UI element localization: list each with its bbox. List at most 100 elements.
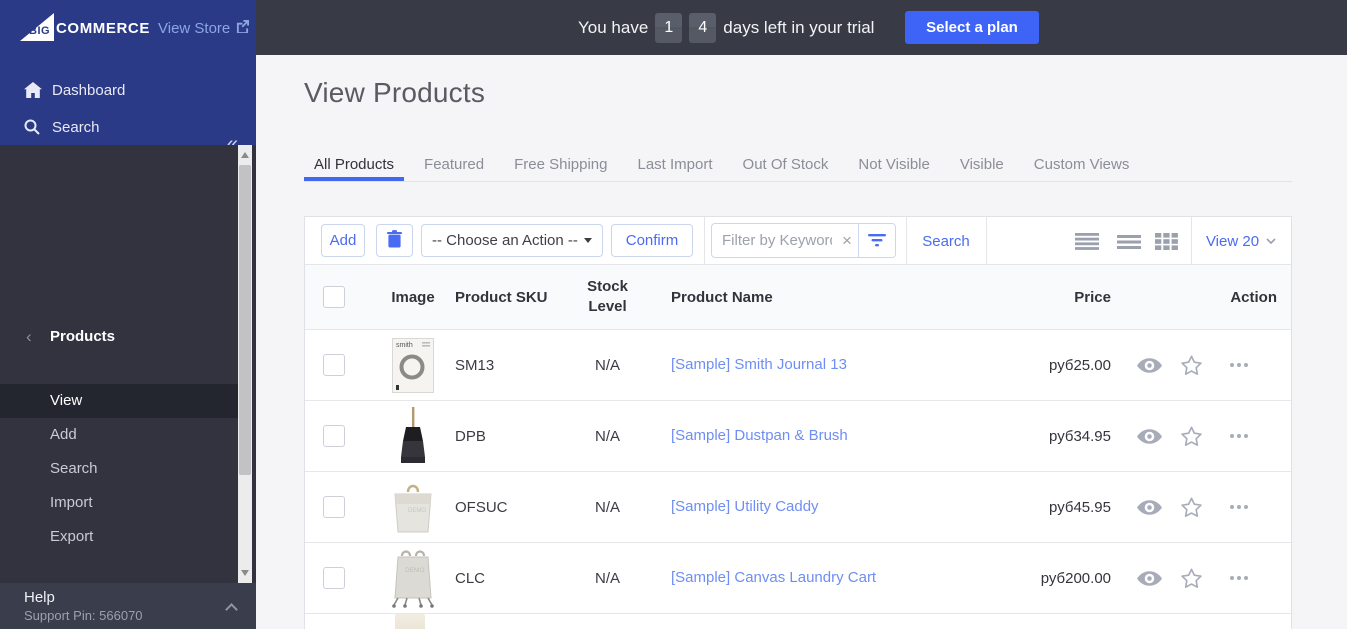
page-title: View Products	[304, 77, 486, 108]
column-header-product-name: Product Name	[671, 288, 773, 306]
sidebar-item-add[interactable]: Add	[0, 418, 238, 452]
product-view-tabs: All Products Featured Free Shipping Last…	[304, 149, 1292, 182]
visibility-eye-icon[interactable]	[1137, 357, 1162, 373]
product-price: руб34.95	[1049, 427, 1111, 445]
stock-level: N/A	[594, 569, 620, 587]
support-pin: Support Pin: 566070	[24, 608, 143, 623]
visibility-eye-icon[interactable]	[1137, 499, 1162, 515]
products-panel: Add -- Choose an Action -- Confirm ×	[304, 216, 1292, 629]
product-name-link[interactable]: [Sample] Smith Journal 13	[671, 356, 847, 373]
sidebar-item-dashboard[interactable]: Dashboard	[0, 73, 256, 107]
tab-featured[interactable]: Featured	[414, 149, 494, 181]
search-icon	[24, 119, 42, 135]
more-actions-icon[interactable]	[1221, 434, 1257, 438]
tab-out-of-stock[interactable]: Out Of Stock	[733, 149, 839, 181]
product-sku: DPB	[455, 427, 486, 445]
choose-action-select[interactable]: -- Choose an Action --	[421, 224, 603, 257]
featured-star-icon[interactable]	[1180, 567, 1203, 590]
featured-star-icon[interactable]	[1180, 496, 1203, 519]
dense-list-view-icon[interactable]	[1075, 233, 1099, 250]
sidebar-item-view[interactable]: View	[0, 384, 238, 418]
sidebar-item-export[interactable]: Export	[0, 520, 238, 554]
product-thumbnail	[395, 614, 425, 629]
product-thumbnail[interactable]: DEMO	[371, 480, 455, 534]
tab-free-shipping[interactable]: Free Shipping	[504, 149, 617, 181]
tab-visible[interactable]: Visible	[950, 149, 1014, 181]
product-sku: SM13	[455, 356, 495, 374]
product-sku: CLC	[455, 569, 486, 587]
bigcommerce-logo[interactable]: BIG COMMERCE	[20, 13, 150, 41]
visibility-eye-icon[interactable]	[1137, 428, 1162, 444]
filter-keyword-input[interactable]	[712, 232, 836, 249]
scrollbar-down-arrow-icon[interactable]	[241, 570, 249, 576]
visibility-eye-icon[interactable]	[1137, 570, 1162, 586]
trial-countdown: You have 1 4 days left in your trial	[578, 0, 874, 55]
product-thumbnail[interactable]	[371, 407, 455, 465]
stock-level: N/A	[594, 498, 620, 516]
row-checkbox[interactable]	[323, 425, 345, 447]
sidebar-item-label: Search	[52, 118, 100, 136]
tab-last-import[interactable]: Last Import	[628, 149, 723, 181]
product-name-link[interactable]: [Sample] Canvas Laundry Cart	[671, 569, 876, 586]
select-a-plan-button[interactable]: Select a plan	[905, 11, 1039, 44]
sidebar-scrollbar[interactable]	[238, 145, 252, 583]
product-price: руб25.00	[1049, 356, 1111, 374]
trial-digit-tile: 1	[655, 12, 683, 43]
search-products-link[interactable]: Search	[906, 217, 986, 265]
sidebar-item-search[interactable]: Search	[0, 110, 256, 144]
row-checkbox[interactable]	[323, 567, 345, 589]
page-size-dropdown[interactable]: View 20	[1191, 217, 1291, 265]
page-size-label: View 20	[1205, 232, 1260, 250]
stock-level: N/A	[594, 427, 620, 445]
select-all-checkbox[interactable]	[323, 286, 345, 308]
sidebar-item-search-products[interactable]: Search	[0, 452, 238, 486]
sidebar-help-panel[interactable]: Help Support Pin: 566070	[0, 583, 256, 629]
delete-button[interactable]	[376, 224, 413, 257]
tab-custom-views[interactable]: Custom Views	[1024, 149, 1140, 181]
logo-big-text: BIG	[29, 25, 51, 37]
help-title[interactable]: Help	[24, 589, 55, 606]
logo-commerce-text: COMMERCE	[56, 20, 150, 37]
chevron-up-icon[interactable]	[225, 603, 238, 616]
trial-suffix: days left in your trial	[723, 17, 875, 37]
advanced-filter-button[interactable]	[859, 224, 895, 257]
trial-prefix: You have	[578, 17, 649, 37]
view-store-link[interactable]: View Store	[158, 20, 250, 37]
tab-all-products[interactable]: All Products	[304, 149, 405, 181]
keyword-filter-group: ×	[711, 223, 896, 258]
product-price: руб200.00	[1040, 569, 1111, 587]
scrollbar-up-arrow-icon[interactable]	[241, 152, 249, 158]
product-thumbnail[interactable]: smith	[371, 337, 455, 393]
sidebar-products-nav: ‹ Products View Add Search Import Export…	[0, 145, 256, 629]
toolbar-divider	[986, 217, 987, 264]
action-select-value: -- Choose an Action --	[432, 232, 578, 249]
logo-sail-icon: BIG	[20, 13, 54, 41]
row-checkbox[interactable]	[323, 496, 345, 518]
add-product-button[interactable]: Add	[321, 224, 365, 257]
product-name-link[interactable]: [Sample] Utility Caddy	[671, 498, 819, 515]
row-checkbox[interactable]	[323, 354, 345, 376]
featured-star-icon[interactable]	[1180, 354, 1203, 377]
clear-filter-icon[interactable]: ×	[836, 231, 858, 251]
product-name-link[interactable]: [Sample] Dustpan & Brush	[671, 427, 848, 444]
more-actions-icon[interactable]	[1221, 505, 1257, 509]
tab-not-visible[interactable]: Not Visible	[848, 149, 939, 181]
more-actions-icon[interactable]	[1221, 363, 1257, 367]
product-sku: OFSUC	[455, 498, 508, 516]
topbar-trial-area: You have 1 4 days left in your trial Sel…	[256, 0, 1347, 55]
confirm-button[interactable]: Confirm	[611, 224, 693, 257]
more-actions-icon[interactable]	[1221, 576, 1257, 580]
featured-star-icon[interactable]	[1180, 425, 1203, 448]
sidebar-section-products[interactable]: ‹ Products	[0, 320, 238, 354]
list-view-icon[interactable]	[1117, 235, 1141, 249]
product-thumbnail[interactable]: DEMO	[371, 548, 455, 608]
filter-icon	[868, 234, 886, 247]
scrollbar-thumb[interactable]	[239, 165, 251, 475]
grid-view-icon[interactable]	[1155, 233, 1178, 250]
column-header-image: Image	[391, 288, 435, 306]
select-caret-icon	[584, 238, 592, 243]
products-toolbar: Add -- Choose an Action -- Confirm ×	[305, 217, 1291, 265]
table-row: DPB N/A [Sample] Dustpan & Brush руб34.9…	[305, 400, 1291, 471]
table-row-partial	[305, 613, 1291, 629]
sidebar-item-import[interactable]: Import	[0, 486, 238, 520]
